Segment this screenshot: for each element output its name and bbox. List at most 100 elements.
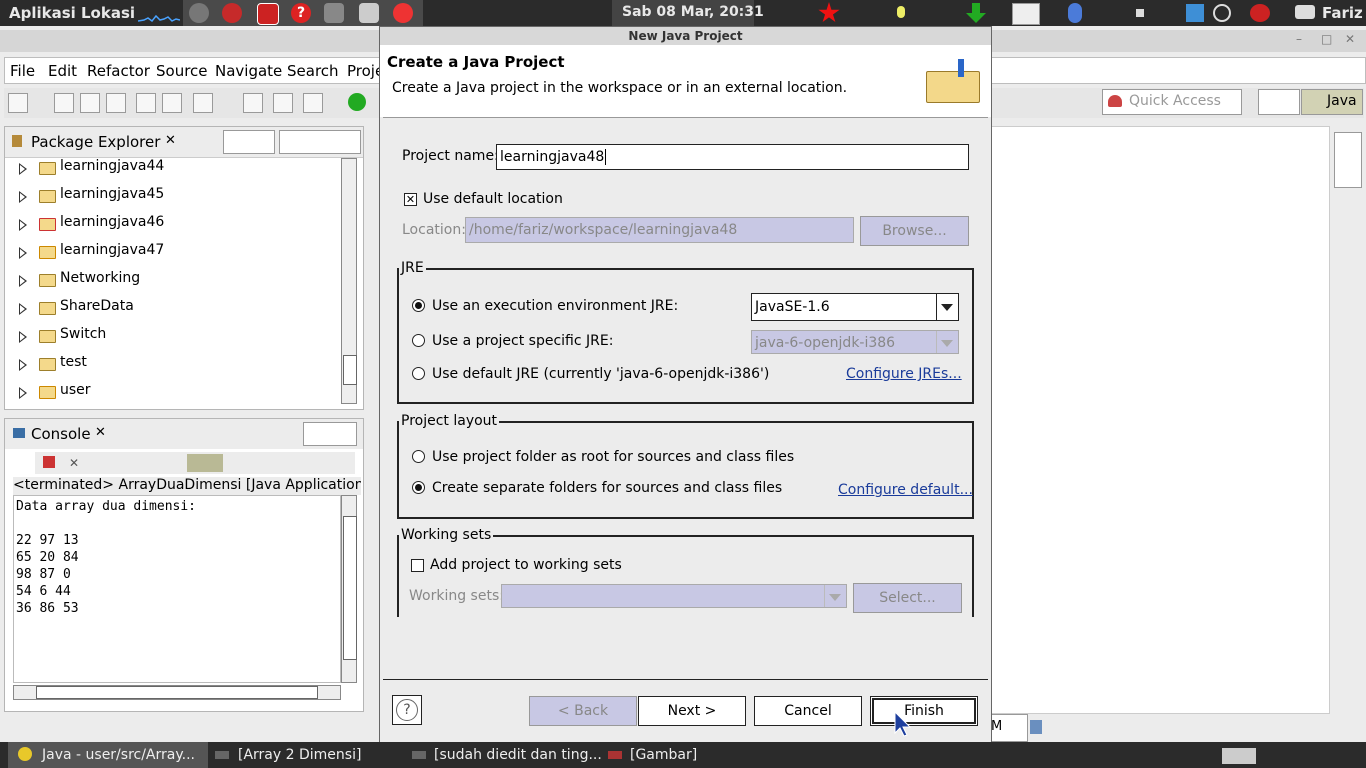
maximize-icon[interactable]: □ (1321, 32, 1332, 46)
menu-search[interactable]: Search (287, 62, 339, 80)
debug-icon[interactable] (303, 93, 323, 113)
close-icon[interactable]: ✕ (1345, 32, 1355, 46)
record-icon[interactable] (222, 3, 242, 23)
tree-item[interactable]: learningjava47 (19, 241, 339, 269)
power-icon[interactable] (1250, 4, 1270, 22)
alert-burst-icon[interactable] (818, 2, 840, 23)
task-item-eclipse[interactable]: Java - user/src/Array... (42, 747, 195, 763)
quick-access-field[interactable]: Quick Access (1102, 89, 1242, 115)
select-working-sets-button[interactable]: Select... (853, 583, 962, 613)
import-icon[interactable] (136, 93, 156, 113)
update-arrow-icon[interactable] (966, 3, 986, 23)
expand-icon[interactable] (19, 275, 27, 287)
skip-breakpoints-icon[interactable] (273, 93, 293, 113)
view-menu-buttons[interactable] (279, 130, 361, 154)
next-button[interactable]: Next > (638, 696, 746, 726)
console-hscrollbar[interactable] (13, 685, 341, 700)
package-icon[interactable] (359, 3, 379, 23)
task-item-array[interactable]: [Array 2 Dimensi] (238, 747, 361, 763)
tree-item[interactable]: Networking (19, 269, 339, 297)
menu-refactor[interactable]: Refactor (87, 62, 150, 80)
layout-root-radio[interactable] (412, 450, 425, 463)
expand-icon[interactable] (19, 303, 27, 315)
keyboard-icon[interactable] (1012, 3, 1040, 25)
build-icon[interactable] (162, 93, 182, 113)
chat-icon[interactable] (1295, 5, 1315, 19)
remove-launch-icon[interactable]: ✕ (69, 456, 81, 470)
jre-env-radio[interactable] (412, 299, 425, 312)
cancel-button[interactable]: Cancel (754, 696, 862, 726)
bulb-icon[interactable] (897, 6, 905, 18)
expand-icon[interactable] (19, 247, 27, 259)
jre-specific-select[interactable]: java-6-openjdk-i386 (751, 330, 959, 354)
java-perspective-button[interactable]: Java (1301, 89, 1363, 115)
task-item-edited[interactable]: [sudah diedit dan ting... (434, 747, 602, 763)
tasks-icon[interactable] (193, 93, 213, 113)
expand-icon[interactable] (19, 387, 27, 399)
menu-file[interactable]: File (10, 62, 35, 80)
network-manager-icon[interactable] (1186, 4, 1204, 22)
workspace-switcher[interactable] (1222, 748, 1256, 764)
tree-item[interactable]: user (19, 381, 339, 409)
terminate-icon[interactable] (43, 456, 55, 468)
configure-jres-link[interactable]: Configure JREs... (846, 366, 962, 382)
volume-icon[interactable] (1136, 5, 1156, 21)
console-vscrollbar[interactable] (341, 495, 357, 683)
run-icon[interactable] (348, 93, 366, 111)
task-item-gambar[interactable]: [Gambar] (630, 747, 697, 763)
package-explorer-scrollbar[interactable] (341, 158, 357, 404)
menu-source[interactable]: Source (156, 62, 208, 80)
jre-env-select[interactable]: JavaSE-1.6 (751, 293, 959, 321)
console-output[interactable]: Data array dua dimensi: 22 97 13 65 20 8… (13, 495, 341, 683)
expand-icon[interactable] (19, 191, 27, 203)
collapse-link-buttons[interactable] (223, 130, 275, 154)
help-button[interactable]: ? (392, 695, 422, 725)
menu-navigate[interactable]: Navigate (215, 62, 282, 80)
tree-item[interactable]: Switch (19, 325, 339, 353)
minimize-icon[interactable]: – (1296, 32, 1302, 46)
scrollbar-thumb[interactable] (36, 686, 318, 699)
jre-default-radio[interactable] (412, 367, 425, 380)
tools-icon[interactable] (324, 3, 344, 23)
tree-item[interactable]: test (19, 353, 339, 381)
add-working-sets-checkbox[interactable] (411, 559, 424, 572)
places-menu[interactable]: Lokasi (81, 4, 135, 22)
outline-trim-stack[interactable] (1334, 132, 1362, 188)
wifi-icon[interactable] (1213, 4, 1231, 22)
finish-button[interactable]: Finish (870, 696, 978, 726)
expand-icon[interactable] (19, 219, 27, 231)
location-input[interactable]: /home/fariz/workspace/learningjava48 (465, 217, 854, 243)
clock[interactable]: Sab 08 Mar, 20:31 (622, 4, 764, 20)
save-icon[interactable] (54, 93, 74, 113)
tree-item[interactable]: ShareData (19, 297, 339, 325)
expand-icon[interactable] (19, 359, 27, 371)
open-perspective-button[interactable] (1258, 89, 1300, 115)
user-name[interactable]: Fariz (1322, 4, 1363, 22)
configure-default-link[interactable]: Configure default... (838, 482, 973, 498)
tree-item[interactable]: learningjava46 (19, 213, 339, 241)
layout-separate-radio[interactable] (412, 481, 425, 494)
use-default-location-checkbox[interactable]: ✕ (404, 193, 417, 206)
back-button[interactable]: < Back (529, 696, 637, 726)
scroll-lock-icon[interactable] (187, 454, 223, 472)
app-icon[interactable] (393, 3, 413, 23)
system-icon[interactable] (189, 3, 209, 23)
applications-menu[interactable]: Aplikasi (9, 4, 76, 22)
scrollbar-thumb[interactable] (343, 516, 357, 660)
help-icon[interactable]: ? (291, 3, 311, 23)
expand-icon[interactable] (19, 331, 27, 343)
jre-specific-radio[interactable] (412, 334, 425, 347)
expand-icon[interactable] (19, 163, 27, 175)
close-console-icon[interactable]: ✕ (95, 425, 106, 440)
menu-edit[interactable]: Edit (48, 62, 77, 80)
browse-button[interactable]: Browse... (860, 216, 969, 246)
scrollbar-thumb[interactable] (343, 355, 357, 385)
tree-item[interactable]: learningjava45 (19, 185, 339, 213)
new-class-icon[interactable] (243, 93, 263, 113)
tree-item[interactable]: learningjava44 (19, 157, 339, 185)
trash-icon[interactable] (1030, 720, 1042, 734)
bluetooth-icon[interactable] (1068, 3, 1082, 23)
new-icon[interactable] (8, 93, 28, 113)
close-view-icon[interactable]: ✕ (165, 133, 176, 148)
save-all-icon[interactable] (80, 93, 100, 113)
